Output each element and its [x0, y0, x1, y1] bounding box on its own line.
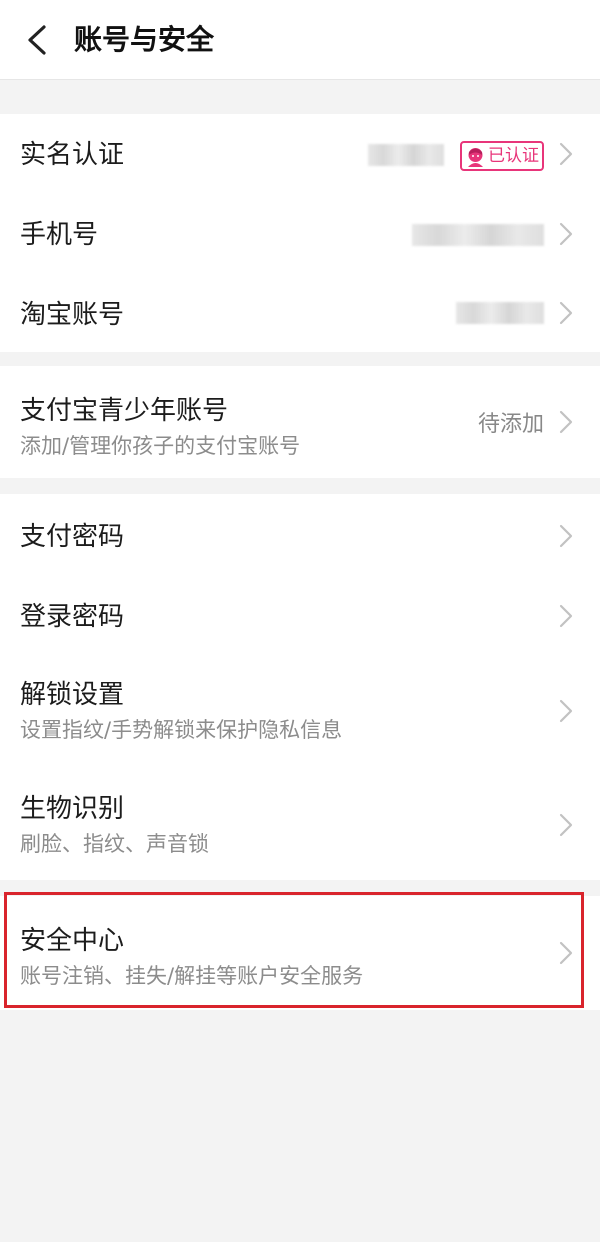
real-name-verification-row[interactable]: 实名认证 已认证 — [0, 114, 600, 194]
masked-phone — [412, 224, 544, 246]
unlock-settings-subtitle: 设置指纹/手势解锁来保护隐私信息 — [20, 718, 343, 742]
teen-account-subtitle: 添加/管理你孩子的支付宝账号 — [20, 434, 301, 458]
chevron-right-icon — [558, 221, 574, 247]
chevron-right-icon — [558, 698, 574, 724]
back-button[interactable] — [18, 18, 58, 62]
chevron-right-icon — [558, 812, 574, 838]
real-name-label: 实名认证 — [20, 140, 125, 170]
account-info-group: 实名认证 已认证 手机号 淘宝账号 — [0, 114, 600, 352]
top-nav-bar: 账号与安全 — [0, 0, 600, 80]
login-password-label: 登录密码 — [20, 602, 125, 632]
chevron-right-icon — [558, 940, 574, 966]
unlock-settings-row[interactable]: 解锁设置 设置指纹/手势解锁来保护隐私信息 — [0, 654, 600, 768]
taobao-label: 淘宝账号 — [20, 300, 125, 330]
payment-password-row[interactable]: 支付密码 — [0, 494, 600, 574]
phone-number-row[interactable]: 手机号 — [0, 194, 600, 274]
biometric-row[interactable]: 生物识别 刷脸、指纹、声音锁 — [0, 768, 600, 880]
chevron-right-icon — [558, 523, 574, 549]
chevron-right-icon — [558, 141, 574, 167]
teen-account-status: 待添加 — [477, 412, 544, 437]
security-center-row[interactable]: 安全中心 账号注销、挂失/解挂等账户安全服务 — [0, 896, 600, 1010]
phone-label: 手机号 — [20, 220, 99, 250]
chevron-right-icon — [558, 603, 574, 629]
payment-password-label: 支付密码 — [20, 522, 125, 552]
chevron-right-icon — [558, 409, 574, 435]
masked-taobao-account — [456, 302, 544, 324]
chevron-right-icon — [558, 300, 574, 326]
biometric-label: 生物识别 — [20, 794, 125, 824]
security-center-subtitle: 账号注销、挂失/解挂等账户安全服务 — [20, 964, 364, 988]
page-title: 账号与安全 — [74, 23, 215, 56]
security-center-label: 安全中心 — [20, 926, 125, 956]
password-security-group: 支付密码 登录密码 解锁设置 设置指纹/手势解锁来保护隐私信息 生物识别 刷脸、… — [0, 494, 600, 880]
security-center-group: 安全中心 账号注销、挂失/解挂等账户安全服务 — [0, 896, 600, 1010]
biometric-subtitle: 刷脸、指纹、声音锁 — [20, 832, 209, 856]
user-face-icon — [468, 147, 483, 167]
chevron-left-icon — [28, 25, 46, 55]
verified-badge-text: 已认证 — [488, 146, 539, 166]
unlock-settings-label: 解锁设置 — [20, 680, 125, 710]
verified-badge: 已认证 — [460, 141, 544, 171]
teen-account-label: 支付宝青少年账号 — [20, 396, 229, 426]
teen-account-row[interactable]: 支付宝青少年账号 添加/管理你孩子的支付宝账号 待添加 — [0, 366, 600, 478]
masked-name — [368, 144, 444, 166]
teen-account-group: 支付宝青少年账号 添加/管理你孩子的支付宝账号 待添加 — [0, 366, 600, 478]
taobao-account-row[interactable]: 淘宝账号 — [0, 274, 600, 352]
login-password-row[interactable]: 登录密码 — [0, 574, 600, 654]
